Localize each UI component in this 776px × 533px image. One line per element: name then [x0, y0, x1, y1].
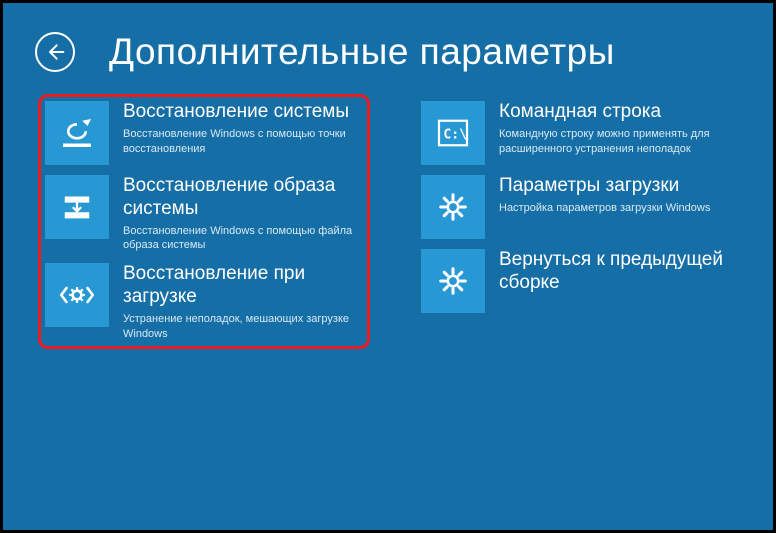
option-desc: Командную строку можно применять для рас… — [499, 127, 739, 157]
option-desc: Восстановление Windows с помощью точки в… — [123, 127, 363, 157]
option-startup-repair[interactable]: Восстановление при загрузке Устранение н… — [45, 263, 363, 341]
header: Дополнительные параметры — [3, 3, 773, 93]
option-command-prompt[interactable]: C:\ Командная строка Командную строку мо… — [421, 101, 739, 165]
option-desc: Настройка параметров загрузки Windows — [499, 201, 710, 216]
option-text: Вернуться к предыдущей сборке — [499, 249, 739, 298]
system-restore-icon — [45, 101, 109, 165]
gear-icon — [421, 249, 485, 313]
back-button[interactable] — [35, 32, 75, 72]
option-text: Восстановление образа системы Восстановл… — [123, 175, 363, 253]
advanced-options-screen: Дополнительные параметры Восстановление … — [3, 3, 773, 530]
option-text: Параметры загрузки Настройка параметров … — [499, 175, 710, 216]
option-title: Вернуться к предыдущей сборке — [499, 249, 739, 295]
option-title: Восстановление при загрузке — [123, 263, 363, 309]
option-title: Командная строка — [499, 101, 739, 124]
option-text: Командная строка Командную строку можно … — [499, 101, 739, 156]
option-system-restore[interactable]: Восстановление системы Восстановление Wi… — [45, 101, 363, 165]
arrow-left-icon — [45, 42, 65, 62]
gear-icon — [421, 175, 485, 239]
command-prompt-icon: C:\ — [421, 101, 485, 165]
page-title: Дополнительные параметры — [109, 31, 615, 73]
option-title: Восстановление системы — [123, 101, 363, 124]
option-title: Восстановление образа системы — [123, 175, 363, 221]
option-go-back-previous-build[interactable]: Вернуться к предыдущей сборке — [421, 249, 739, 313]
option-desc: Восстановление Windows с помощью файла о… — [123, 224, 363, 254]
option-system-image-recovery[interactable]: Восстановление образа системы Восстановл… — [45, 175, 363, 253]
options-column-right: C:\ Командная строка Командную строку мо… — [421, 101, 739, 342]
option-desc: Устранение неполадок, мешающих загрузке … — [123, 312, 363, 342]
options-grid: Восстановление системы Восстановление Wi… — [3, 93, 773, 342]
option-startup-settings[interactable]: Параметры загрузки Настройка параметров … — [421, 175, 739, 239]
highlight-box: Восстановление системы Восстановление Wi… — [38, 94, 370, 349]
svg-text:C:\: C:\ — [443, 127, 467, 142]
option-title: Параметры загрузки — [499, 175, 710, 198]
option-text: Восстановление системы Восстановление Wi… — [123, 101, 363, 156]
option-text: Восстановление при загрузке Устранение н… — [123, 263, 363, 341]
options-column-left: Восстановление системы Восстановление Wi… — [45, 101, 363, 342]
image-recovery-icon — [45, 175, 109, 239]
startup-repair-icon — [45, 263, 109, 327]
